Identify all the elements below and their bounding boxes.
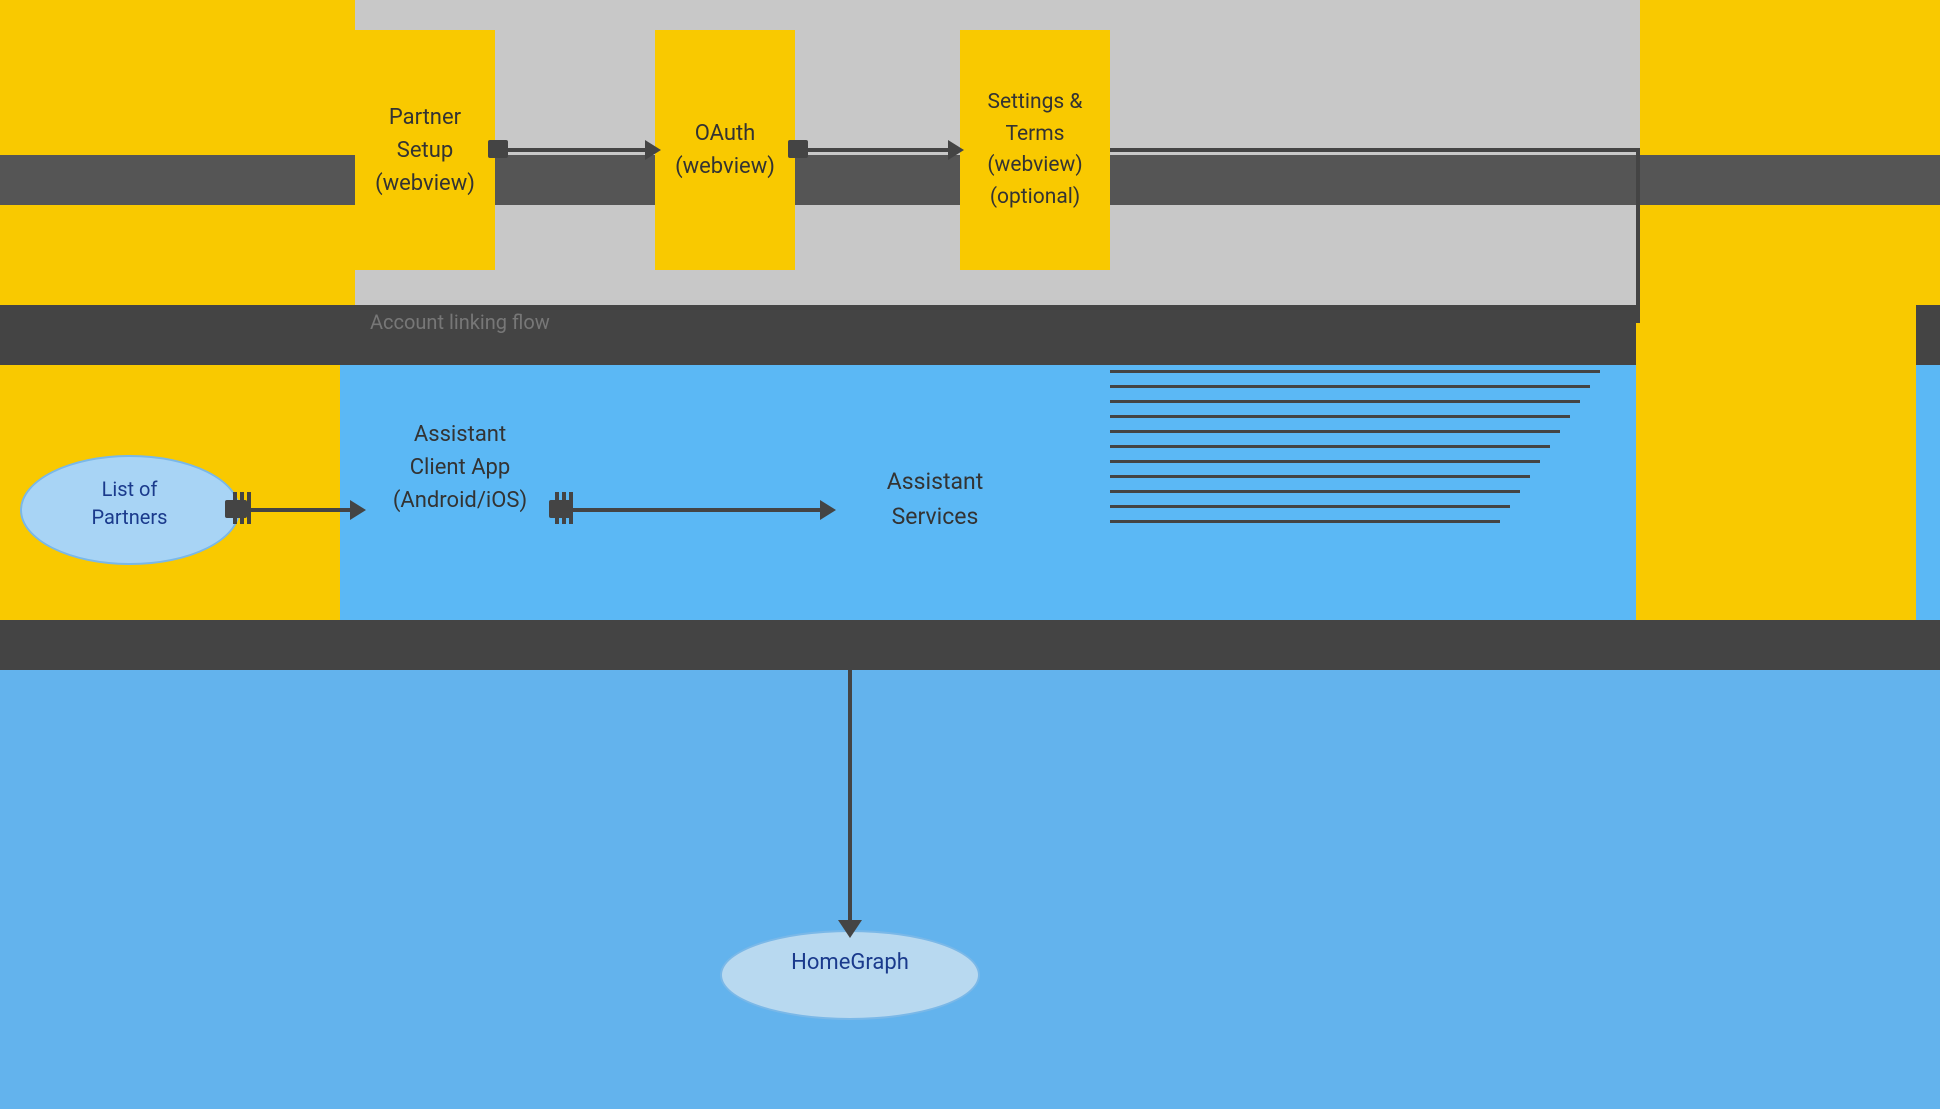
oauth-label: OAuth (webview): [675, 117, 775, 183]
arrowhead-oauth-settings: [948, 140, 964, 160]
comb-mid-3: [569, 492, 573, 524]
connector-plug-2: [788, 140, 808, 158]
comb-6: [1110, 415, 1570, 418]
comb-8: [1110, 445, 1550, 448]
comb-10: [1110, 475, 1530, 478]
assistant-services-label: Assistant Services: [820, 465, 1050, 534]
settings-label: Settings & Terms (webview) (optional): [987, 87, 1082, 213]
blue-bottom: [0, 670, 1940, 1109]
arrow-settings-h: [1110, 148, 1640, 152]
assistant-client-label: Assistant Client App (Android/iOS): [355, 418, 565, 517]
comb-5: [1110, 400, 1580, 403]
diagram-container: Partner Cloud Services Partner Setup (we…: [0, 0, 1940, 1109]
comb-2: [1110, 355, 1610, 358]
comb-1: [1110, 340, 1620, 343]
partner-setup-box: Partner Setup (webview): [355, 30, 495, 270]
comb-4: [1110, 385, 1590, 388]
arrow-to-homegraph: [848, 635, 852, 930]
comb-9: [1110, 460, 1540, 463]
arrowhead-setup-oauth: [645, 140, 661, 160]
comb-left-3: [247, 492, 251, 524]
comb-13: [1110, 520, 1500, 523]
partner-cloud-box: Partner Cloud Services: [1636, 285, 1916, 620]
connector-plug-1: [488, 140, 508, 158]
arrowhead-homegraph: [838, 920, 862, 938]
comb-11: [1110, 490, 1520, 493]
oauth-box: OAuth (webview): [655, 30, 795, 270]
homegraph-ellipse: [720, 930, 980, 1020]
list-of-partners-label: List of Partners: [22, 475, 237, 531]
comb-3: [1110, 370, 1600, 373]
comb-12: [1110, 505, 1510, 508]
arrow-partners-to-client: [240, 508, 355, 512]
arrow-client-to-services: [565, 508, 825, 512]
arrow-setup-to-oauth: [495, 148, 650, 152]
settings-box: Settings & Terms (webview) (optional): [960, 30, 1110, 270]
comb-left-2: [240, 492, 244, 524]
arrow-oauth-to-settings: [795, 148, 955, 152]
arrow-settings-v: [1636, 148, 1640, 323]
dark-band-bot: [0, 620, 1940, 670]
top-section-label: Account linking flow: [370, 310, 550, 334]
comb-7: [1110, 430, 1560, 433]
partner-setup-label: Partner Setup (webview): [375, 101, 475, 200]
homegraph-label: HomeGraph: [720, 950, 980, 975]
